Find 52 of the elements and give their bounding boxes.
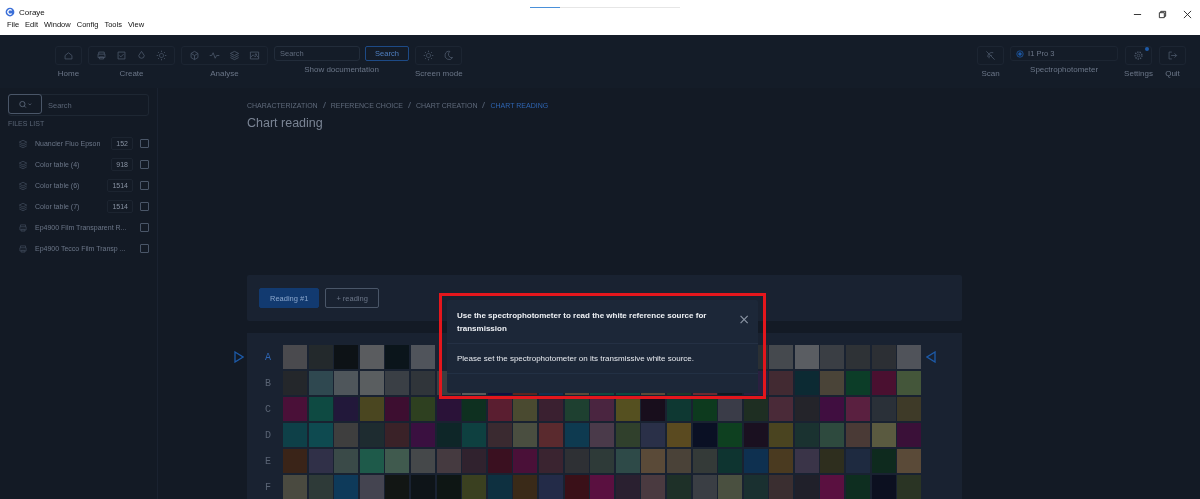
drop-icon[interactable] xyxy=(136,50,147,61)
row-label: A xyxy=(264,351,272,363)
scan-off-icon[interactable] xyxy=(985,50,997,61)
printer-icon xyxy=(18,222,28,233)
layers-icon xyxy=(18,180,28,191)
sun-icon[interactable] xyxy=(423,50,435,61)
close-icon[interactable] xyxy=(1183,10,1192,19)
checkbox[interactable] xyxy=(140,160,149,169)
printer-icon[interactable] xyxy=(96,50,107,61)
row-label: E xyxy=(264,455,272,467)
checkbox-icon[interactable] xyxy=(116,50,127,61)
layers-icon[interactable] xyxy=(229,50,240,61)
layers-icon xyxy=(18,138,28,149)
toolbar-label: Home xyxy=(57,69,80,78)
search-type-dropdown[interactable] xyxy=(8,94,42,114)
documentation-link[interactable]: Show documentation xyxy=(304,65,379,74)
checkbox[interactable] xyxy=(140,202,149,211)
logout-icon[interactable] xyxy=(1167,50,1178,61)
app-logo-icon xyxy=(5,7,15,17)
sun-icon[interactable] xyxy=(156,50,167,61)
checkbox[interactable] xyxy=(140,139,149,148)
toolbar-label: Settings xyxy=(1124,69,1153,78)
toolbar-label: Create xyxy=(119,69,144,78)
row-pointer-icon xyxy=(926,351,937,363)
row-label: B xyxy=(264,377,272,389)
moon-icon[interactable] xyxy=(443,50,455,61)
search-icon xyxy=(18,99,32,109)
toolbar-label: Quit xyxy=(1165,69,1180,78)
dialog-title: Use the spectrophotometer to read the white reference source for transmission xyxy=(457,310,708,335)
pulse-icon[interactable] xyxy=(209,50,220,61)
home-icon[interactable] xyxy=(63,50,74,61)
restore-icon[interactable] xyxy=(1158,10,1167,19)
layers-icon xyxy=(18,159,28,170)
toolbar-label: Spectrophotometer xyxy=(1030,65,1099,74)
cube-icon[interactable] xyxy=(189,50,200,61)
checkbox[interactable] xyxy=(140,223,149,232)
dialog-message: Please set the spectrophotometer on its transmissive white source. xyxy=(447,344,758,374)
image-icon[interactable] xyxy=(249,50,260,61)
settings-icon[interactable] xyxy=(1133,50,1145,61)
close-button[interactable]: × xyxy=(738,313,750,325)
window-title: Coraye xyxy=(19,7,45,17)
toolbar-label: Scan xyxy=(981,69,1000,78)
toolbar-label: Screen mode xyxy=(415,69,463,78)
checkbox[interactable] xyxy=(140,244,149,253)
checkbox[interactable] xyxy=(140,181,149,190)
layers-icon xyxy=(18,201,28,212)
printer-icon xyxy=(18,243,28,254)
row-label: C xyxy=(264,403,272,415)
row-label: D xyxy=(264,429,272,441)
toolbar-label: Analyse xyxy=(210,69,239,78)
page-title: Chart reading xyxy=(247,116,324,130)
row-label: F xyxy=(264,481,272,493)
